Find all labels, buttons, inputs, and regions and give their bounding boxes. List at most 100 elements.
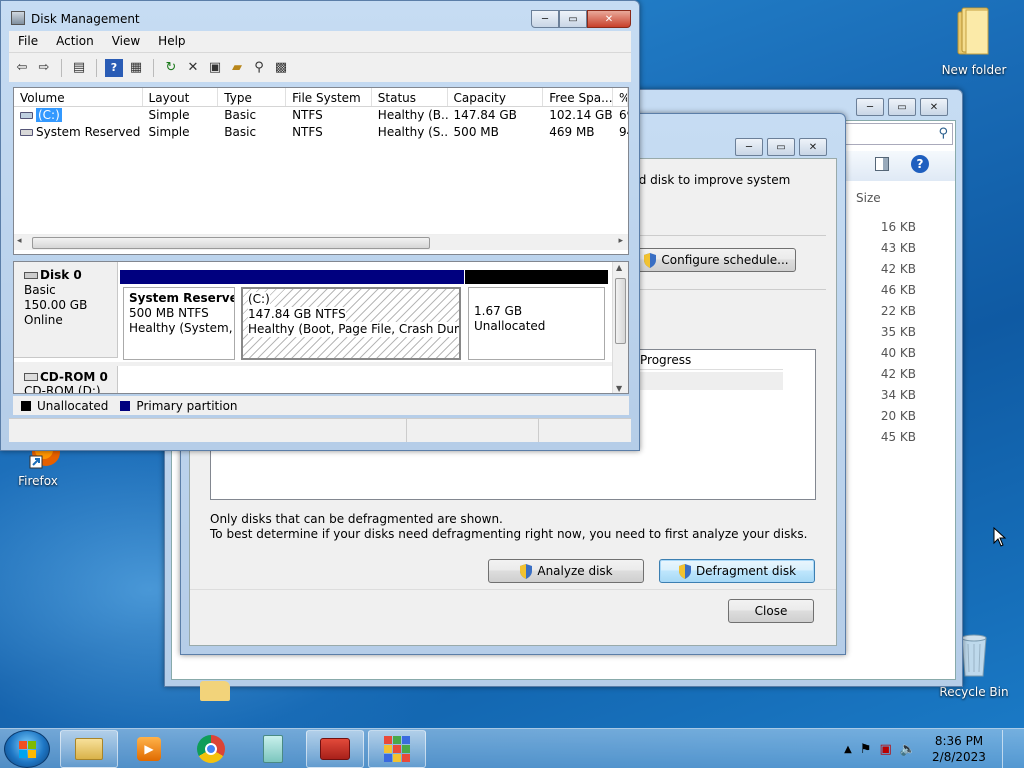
- partition-status: Healthy (Boot, Page File, Crash Dump, P: [248, 322, 459, 337]
- toolbar: ⇦ ⇨ ▤ ? ▦ ↻ ✕ ▣ ▰ ⚲ ▩: [9, 52, 631, 82]
- list-row[interactable]: [637, 372, 783, 390]
- delete-icon[interactable]: ✕: [184, 59, 202, 77]
- menu-file[interactable]: File: [9, 31, 47, 52]
- volume-list[interactable]: Volume Layout Type File System Status Ca…: [13, 87, 629, 255]
- configure-schedule-button[interactable]: Configure schedule...: [636, 248, 796, 272]
- clock[interactable]: 8:36 PM 2/8/2023: [924, 733, 994, 765]
- help-icon[interactable]: ?: [911, 155, 929, 173]
- open-folder-icon[interactable]: ▰: [228, 59, 246, 77]
- disk-size: 150.00 GB: [24, 298, 88, 312]
- disk-management-window[interactable]: Disk Management ─ ▭ ✕ File Action View H…: [0, 0, 640, 451]
- uac-shield-icon: [643, 252, 657, 268]
- column-header-file-system[interactable]: File System: [286, 88, 372, 106]
- analyze-disk-button[interactable]: Analyze disk: [488, 559, 644, 583]
- column-header-type[interactable]: Type: [218, 88, 287, 106]
- desktop-icon-label: Recycle Bin: [939, 685, 1009, 699]
- taskbar-defragmenter[interactable]: [368, 730, 426, 768]
- file-size-cell: 22 KB: [880, 304, 916, 318]
- volume-icon[interactable]: 🔈: [900, 742, 916, 757]
- disk-0-label[interactable]: Disk 0 Basic 150.00 GB Online: [14, 262, 118, 358]
- windows-logo-icon: [18, 740, 36, 758]
- menu-help[interactable]: Help: [149, 31, 194, 52]
- maximize-button[interactable]: ▭: [559, 10, 587, 28]
- show-hidden-icons-icon[interactable]: ▲: [844, 744, 852, 755]
- capacity-cell: 147.84 GB: [453, 108, 517, 122]
- partition-name: System Reserved: [129, 291, 235, 305]
- partition-c[interactable]: (C:) 147.84 GB NTFS Healthy (Boot, Page …: [238, 270, 464, 360]
- scroll-left-icon[interactable]: ◂: [17, 236, 22, 246]
- search-icon[interactable]: ⚲: [250, 59, 268, 77]
- table-row[interactable]: (C:) Simple Basic NTFS Healthy (B... 147…: [14, 107, 628, 124]
- partition-system-reserved[interactable]: System Reserved 500 MB NTFS Healthy (Sys…: [120, 270, 238, 360]
- show-desktop-button[interactable]: [1002, 730, 1014, 768]
- horizontal-scrollbar[interactable]: ◂ ▸: [14, 234, 628, 250]
- firefox-icon: [2, 438, 74, 472]
- start-button[interactable]: [4, 730, 50, 768]
- minimize-button[interactable]: ─: [531, 10, 559, 28]
- forward-arrow-icon[interactable]: ⇨: [35, 59, 53, 77]
- column-header-volume[interactable]: Volume: [14, 88, 143, 106]
- column-header-layout[interactable]: Layout: [143, 88, 219, 106]
- close-button[interactable]: ✕: [920, 98, 948, 116]
- vertical-scrollbar[interactable]: ▲ ▼: [612, 262, 628, 393]
- minimize-button[interactable]: ─: [856, 98, 884, 116]
- maximize-button[interactable]: ▭: [767, 138, 795, 156]
- action-center-icon[interactable]: ⚑: [860, 742, 872, 757]
- refresh-icon[interactable]: ↻: [162, 59, 180, 77]
- search-box[interactable]: ⚲: [833, 123, 953, 145]
- column-header-capacity[interactable]: Capacity: [448, 88, 544, 106]
- desktop-icon-new-folder[interactable]: New folder: [938, 6, 1010, 77]
- close-button[interactable]: ✕: [799, 138, 827, 156]
- network-icon[interactable]: ▣: [880, 742, 892, 757]
- disk-view-icon[interactable]: ▩: [272, 59, 290, 77]
- scroll-down-icon[interactable]: ▼: [616, 384, 622, 393]
- taskbar-computer-management[interactable]: [306, 730, 364, 768]
- minimize-button[interactable]: ─: [735, 138, 763, 156]
- percent-free-cell: 69: [619, 108, 628, 122]
- close-button[interactable]: Close: [728, 599, 814, 623]
- back-arrow-icon[interactable]: ⇦: [13, 59, 31, 77]
- close-button[interactable]: ✕: [587, 10, 631, 28]
- status-pane: [407, 419, 539, 442]
- column-header-size[interactable]: Size: [856, 191, 881, 205]
- status-cell: Healthy (S...: [377, 125, 448, 139]
- menu-bar: File Action View Help: [9, 31, 631, 52]
- menu-action[interactable]: Action: [47, 31, 103, 52]
- taskbar-notepad[interactable]: [244, 730, 302, 768]
- file-size-cell: 35 KB: [880, 325, 916, 339]
- desktop-icon-firefox[interactable]: Firefox: [2, 438, 74, 488]
- file-size-cell: 42 KB: [880, 262, 916, 276]
- column-header-percent-free[interactable]: %: [613, 88, 628, 106]
- taskbar: ▶ ▲ ⚑ ▣ 🔈 8:36 PM 2/8/2023: [0, 728, 1024, 768]
- taskbar-chrome[interactable]: [182, 730, 240, 768]
- toolbar-separator: [96, 58, 97, 77]
- scroll-right-icon[interactable]: ▸: [618, 236, 623, 246]
- disk-state: Online: [24, 313, 63, 327]
- table-row[interactable]: System Reserved Simple Basic NTFS Health…: [14, 124, 628, 141]
- taskbar-explorer[interactable]: [60, 730, 118, 768]
- mouse-cursor-icon: [993, 526, 1007, 550]
- properties-icon[interactable]: ▣: [206, 59, 224, 77]
- maximize-button[interactable]: ▭: [888, 98, 916, 116]
- partition-color-bar: [465, 270, 608, 284]
- menu-view[interactable]: View: [103, 31, 149, 52]
- defragment-disk-button[interactable]: Defragment disk: [659, 559, 815, 583]
- cdrom-0-label[interactable]: CD-ROM 0 CD-ROM (D:): [14, 366, 118, 394]
- scroll-up-icon[interactable]: ▲: [616, 263, 622, 272]
- partition-unallocated[interactable]: 1.67 GB Unallocated: [465, 270, 608, 360]
- scrollbar-thumb[interactable]: [615, 278, 626, 344]
- layout-cell: Simple: [148, 125, 190, 139]
- preview-pane-icon[interactable]: [875, 157, 889, 171]
- show-action-pane-icon[interactable]: ▦: [127, 59, 145, 77]
- column-header-progress[interactable]: Progress: [637, 350, 783, 370]
- disk-graphical-view[interactable]: Disk 0 Basic 150.00 GB Online System Res…: [13, 261, 629, 394]
- scrollbar-thumb[interactable]: [32, 237, 430, 249]
- column-header-status[interactable]: Status: [372, 88, 448, 106]
- clock-date: 2/8/2023: [932, 750, 986, 764]
- taskbar-media-player[interactable]: ▶: [120, 730, 178, 768]
- column-header-free-space[interactable]: Free Spa...: [543, 88, 613, 106]
- help-icon[interactable]: ?: [105, 58, 123, 77]
- cdrom-sub: CD-ROM (D:): [24, 384, 101, 394]
- show-hide-console-tree-icon[interactable]: ▤: [70, 59, 88, 77]
- close-label: Close: [754, 604, 788, 618]
